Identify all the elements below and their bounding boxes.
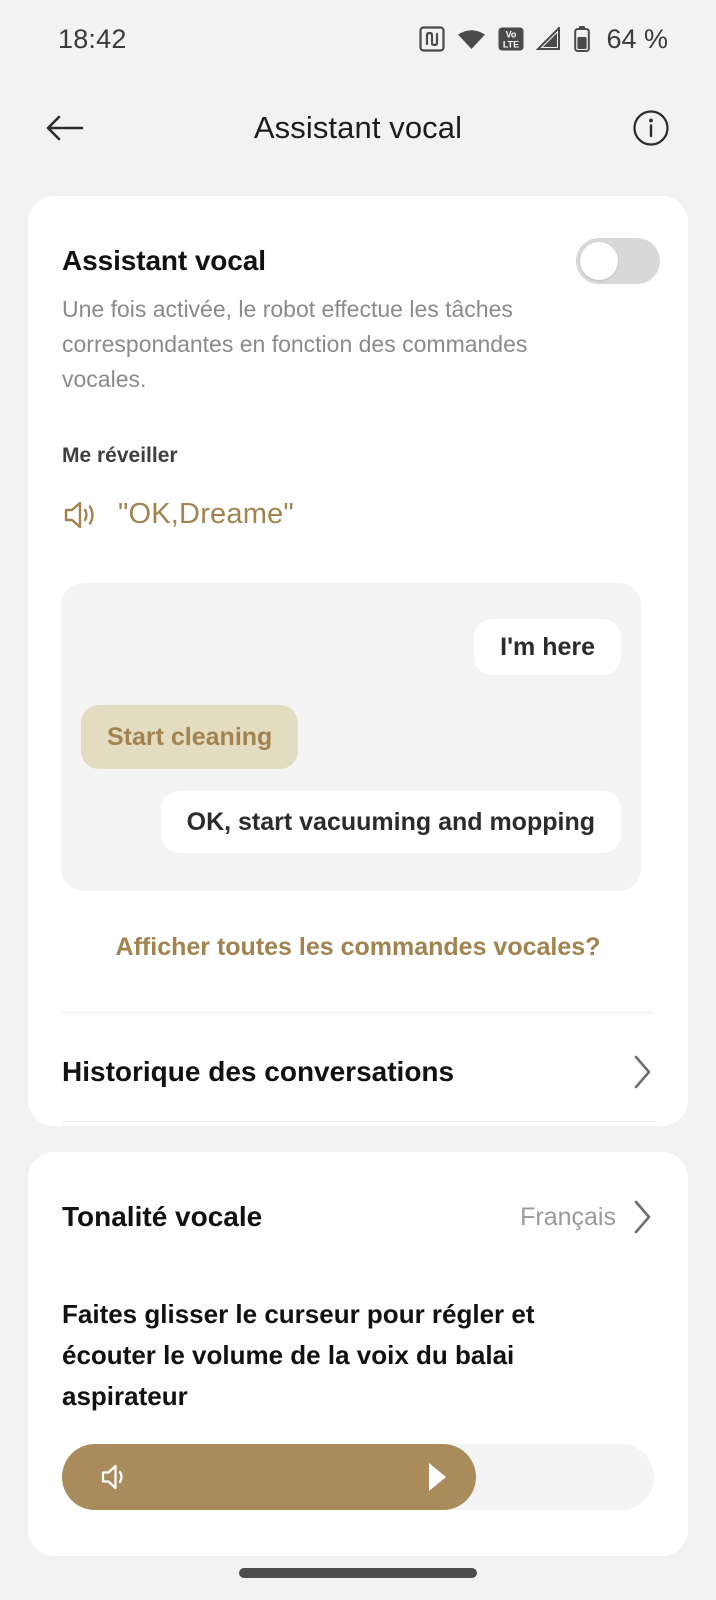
chat-bubble: OK, start vacuuming and mopping: [160, 791, 621, 853]
conversation-history-label: Historique des conversations: [62, 1056, 455, 1087]
page-title: Assistant vocal: [253, 110, 463, 145]
speaker-icon: [100, 1462, 132, 1492]
status-bar: 18:42 Vo LTE 64 %: [0, 0, 716, 78]
voice-tone-card: Tonalité vocale Français Faites glisser …: [28, 1152, 688, 1556]
voice-tone-value-group: Français: [520, 1199, 654, 1235]
chat-bubble: Start cleaning: [81, 705, 299, 769]
wake-word-row[interactable]: "OK,Dreame": [62, 498, 294, 531]
info-icon[interactable]: [622, 99, 680, 157]
chat-preview-panel: I'm here Start cleaning OK, start vacuum…: [61, 583, 641, 891]
home-indicator: [239, 1568, 477, 1578]
assistant-description: Une fois activée, le robot effectue les …: [62, 296, 528, 392]
svg-text:LTE: LTE: [503, 39, 519, 49]
divider: [62, 1012, 654, 1013]
phone-screen: 18:42 Vo LTE 64 % Assistant vocal Assist…: [0, 0, 716, 1600]
volume-slider[interactable]: [62, 1444, 654, 1510]
voice-tone-row[interactable]: Tonalité vocale Français: [62, 1190, 654, 1244]
battery-percent: 64 %: [606, 23, 668, 54]
divider: [62, 1121, 654, 1122]
speaker-icon: [62, 499, 98, 531]
assistant-header-row: Assistant vocal: [62, 236, 660, 286]
voice-tone-value: Français: [520, 1202, 616, 1231]
assistant-card: Assistant vocal Une fois activée, le rob…: [28, 196, 688, 1126]
nfc-icon: [419, 26, 446, 52]
assistant-toggle[interactable]: [576, 238, 660, 284]
play-triangle-icon[interactable]: [424, 1460, 450, 1494]
conversation-history-row[interactable]: Historique des conversations: [62, 1041, 654, 1103]
volume-slider-hint: Faites glisser le curseur pour régler et…: [62, 1299, 535, 1411]
chat-bubble: I'm here: [474, 619, 621, 675]
show-all-commands-link[interactable]: Afficher toutes les commandes vocales?: [28, 933, 688, 962]
chevron-right-icon: [632, 1054, 654, 1090]
volte-icon: Vo LTE: [498, 26, 524, 52]
status-icons: Vo LTE 64 %: [419, 24, 668, 55]
wake-word-text: "OK,Dreame": [118, 498, 294, 530]
svg-text:Vo: Vo: [506, 30, 517, 40]
back-arrow-icon[interactable]: [36, 99, 94, 157]
app-bar: Assistant vocal: [0, 78, 716, 178]
wifi-icon: [457, 28, 486, 51]
signal-icon: [536, 27, 562, 51]
assistant-title: Assistant vocal: [62, 245, 266, 276]
toggle-knob: [580, 242, 618, 280]
status-time: 18:42: [58, 23, 127, 54]
chevron-right-icon: [632, 1199, 654, 1235]
battery-icon: [574, 26, 591, 52]
voice-tone-label: Tonalité vocale: [62, 1201, 263, 1232]
wake-word-label: Me réveiller: [62, 444, 178, 467]
